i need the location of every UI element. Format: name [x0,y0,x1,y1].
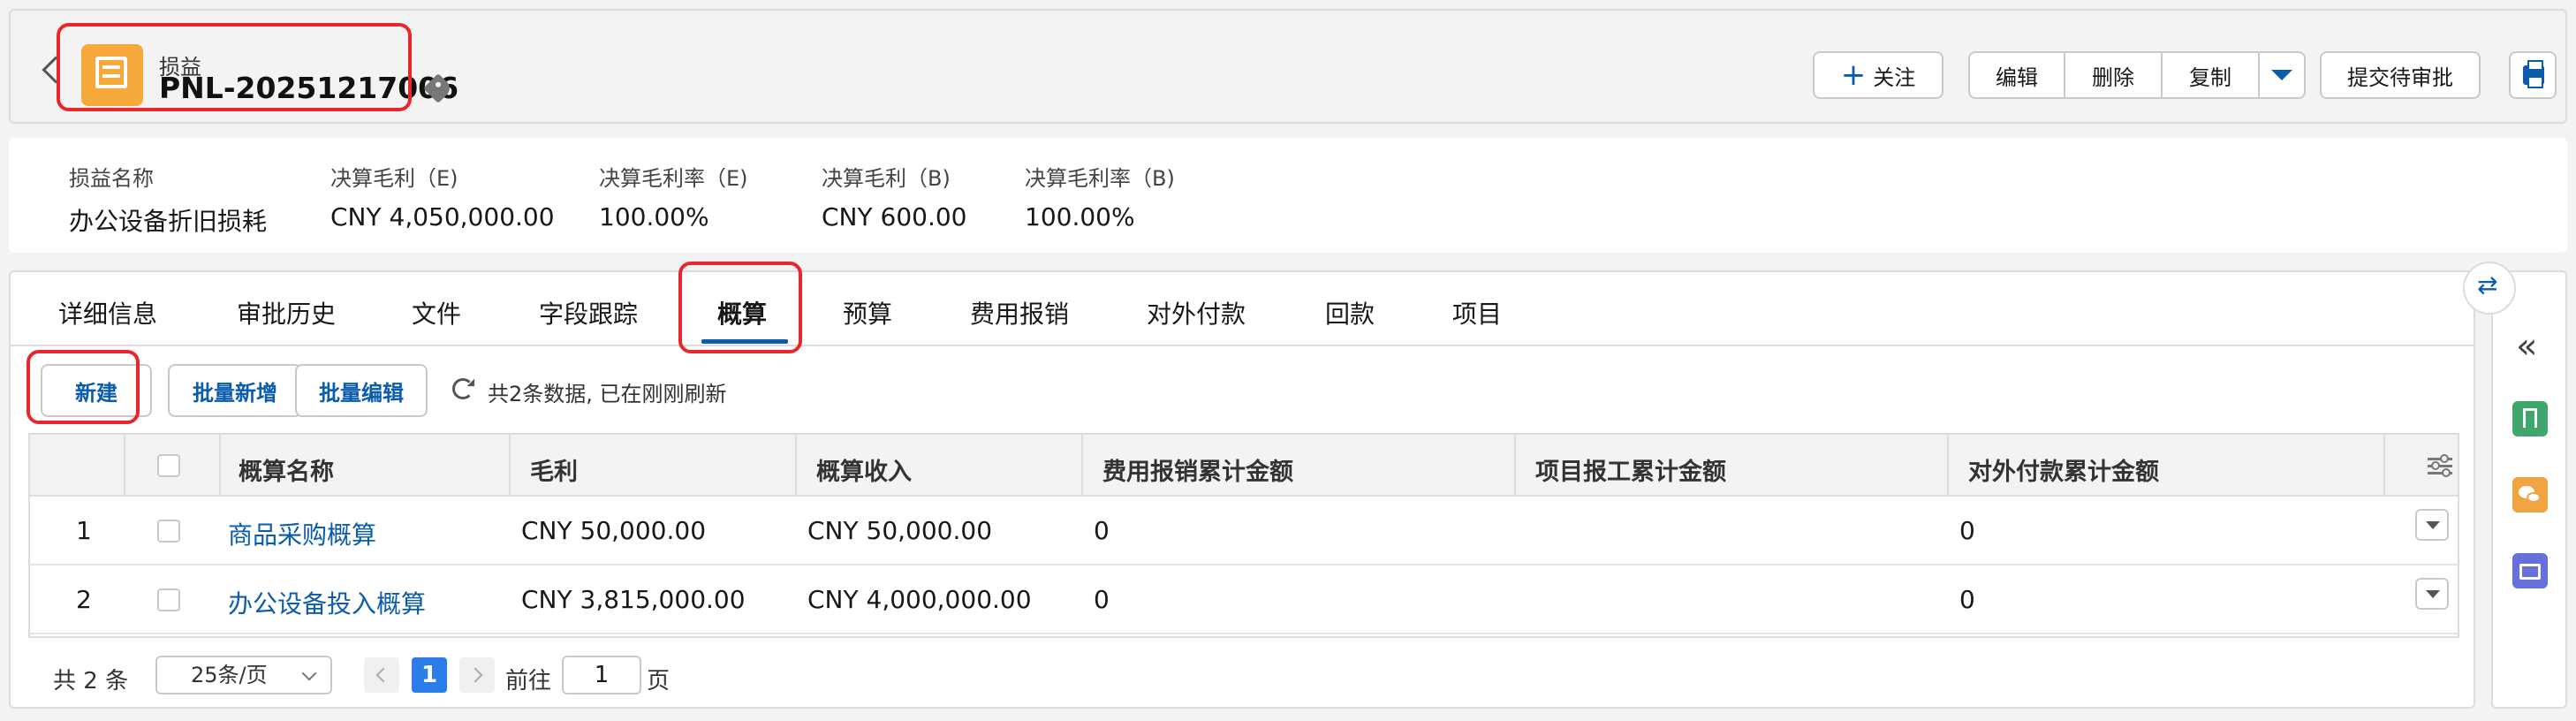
estimate-table: 概算名称 毛利 概算收入 费用报销累计金额 项目报工累计金额 对外付款累计金额 … [28,433,2459,638]
highlight-name: 损益名称 办公设备折旧损耗 [69,166,268,236]
row-checkbox[interactable] [157,588,180,611]
cell-payment: 0 [1959,516,1975,545]
table-header: 概算名称 毛利 概算收入 费用报销累计金额 项目报工累计金额 对外付款累计金额 [30,435,2458,497]
caret-down-icon [2271,70,2292,80]
table-row: 2 办公设备投入概算 CNY 3,815,000.00 CNY 4,000,00… [30,565,2458,634]
highlights-panel: 损益名称 办公设备折旧损耗 决算毛利（E) CNY 4,050,000.00 决… [9,138,2567,253]
new-button[interactable]: 新建 [41,364,152,417]
cell-income: CNY 50,000.00 [807,516,993,545]
tab-details[interactable]: 详细信息 [58,295,157,330]
swap-icon[interactable] [2463,262,2516,315]
copy-button[interactable]: 复制 [2163,53,2260,97]
record-title: PNL-20251217006 [159,71,459,105]
refresh-icon[interactable] [452,378,474,399]
cell-profit: CNY 50,000.00 [521,516,707,545]
highlight-profit-e: 决算毛利（E) CNY 4,050,000.00 [330,166,555,231]
list-status: 共2条数据, 已在刚刚刷新 [488,382,727,406]
column-header-profit[interactable]: 毛利 [530,452,578,487]
active-tab-indicator [701,339,788,344]
tab-budget[interactable]: 预算 [843,295,892,330]
plus-icon: + [1840,57,1867,93]
follow-button[interactable]: + 关注 [1813,51,1943,99]
tab-estimate[interactable]: 概算 [717,295,767,330]
page-size-select[interactable]: 25条/页 [155,656,332,694]
highlight-profit-b: 决算毛利（B) CNY 600.00 [822,166,967,231]
tab-files[interactable]: 文件 [412,295,461,330]
printer-icon [2523,60,2544,88]
estimate-name-link[interactable]: 办公设备投入概算 [228,585,426,620]
collapse-icon[interactable]: « [2516,329,2537,364]
cell-payment: 0 [1959,585,1975,614]
batch-edit-button[interactable]: 批量编辑 [295,364,428,417]
record-icon [81,44,143,106]
related-tabs-panel: 详细信息 审批历史 文件 字段跟踪 概算 预算 费用报销 对外付款 回款 项目 … [9,270,2475,709]
estimate-name-link[interactable]: 商品采购概算 [228,516,376,551]
tab-receipt[interactable]: 回款 [1325,295,1375,330]
pagination: 共 2 条 25条/页 1 前往 1 页 [11,649,2474,702]
record-header: 损益 PNL-20251217006 + 关注 编辑 删除 复制 提交待审批 [9,9,2567,124]
highlight-margin-e: 决算毛利率（E) 100.00% [599,166,748,231]
row-index: 2 [76,585,92,614]
tab-expense[interactable]: 费用报销 [970,295,1069,330]
column-header-payment[interactable]: 对外付款累计金额 [1968,452,2159,487]
column-header-expense[interactable]: 费用报销累计金额 [1102,452,1293,487]
page-suffix: 页 [647,668,671,694]
row-checkbox[interactable] [157,520,180,543]
submit-approval-button[interactable]: 提交待审批 [2320,51,2481,99]
edit-button[interactable]: 编辑 [1970,53,2065,97]
cell-profit: CNY 3,815,000.00 [521,585,746,614]
tab-field-tracking[interactable]: 字段跟踪 [539,295,638,330]
bookmark-icon[interactable] [2512,401,2548,436]
wechat-icon[interactable] [2512,477,2548,512]
row-actions-dropdown[interactable] [2415,509,2449,541]
total-count: 共 2 条 [53,668,129,694]
select-all-checkbox[interactable] [157,454,180,477]
batch-add-button[interactable]: 批量新增 [168,364,302,417]
print-button[interactable] [2509,51,2557,99]
row-actions-dropdown[interactable] [2415,578,2449,610]
tab-project[interactable]: 项目 [1452,295,1502,330]
column-header-work[interactable]: 项目报工累计金额 [1535,452,1726,487]
folder-icon[interactable] [2512,553,2548,588]
highlight-margin-b: 决算毛利率（B) 100.00% [1025,166,1175,231]
action-button-group: 编辑 删除 复制 [1968,51,2306,99]
tab-approval-history[interactable]: 审批历史 [237,295,336,330]
row-index: 1 [76,516,92,545]
tab-bar: 详细信息 审批历史 文件 字段跟踪 概算 预算 费用报销 对外付款 回款 项目 [11,272,2474,346]
next-page-button[interactable] [459,657,495,693]
column-header-name[interactable]: 概算名称 [239,452,334,487]
cell-income: CNY 4,000,000.00 [807,585,1032,614]
tab-payment[interactable]: 对外付款 [1147,295,1246,330]
prev-page-button[interactable] [364,657,399,693]
column-settings-icon[interactable] [2428,454,2452,477]
cell-expense: 0 [1094,516,1110,545]
more-actions-button[interactable] [2260,53,2304,97]
current-page-button[interactable]: 1 [412,657,447,693]
goto-label: 前往 [505,668,552,694]
goto-page-input[interactable]: 1 [562,656,641,694]
table-row: 1 商品采购概算 CNY 50,000.00 CNY 50,000.00 0 0 [30,497,2458,565]
delete-button[interactable]: 删除 [2065,53,2163,97]
column-header-income[interactable]: 概算收入 [816,452,912,487]
back-chevron-icon[interactable] [42,56,70,84]
cell-expense: 0 [1094,585,1110,614]
